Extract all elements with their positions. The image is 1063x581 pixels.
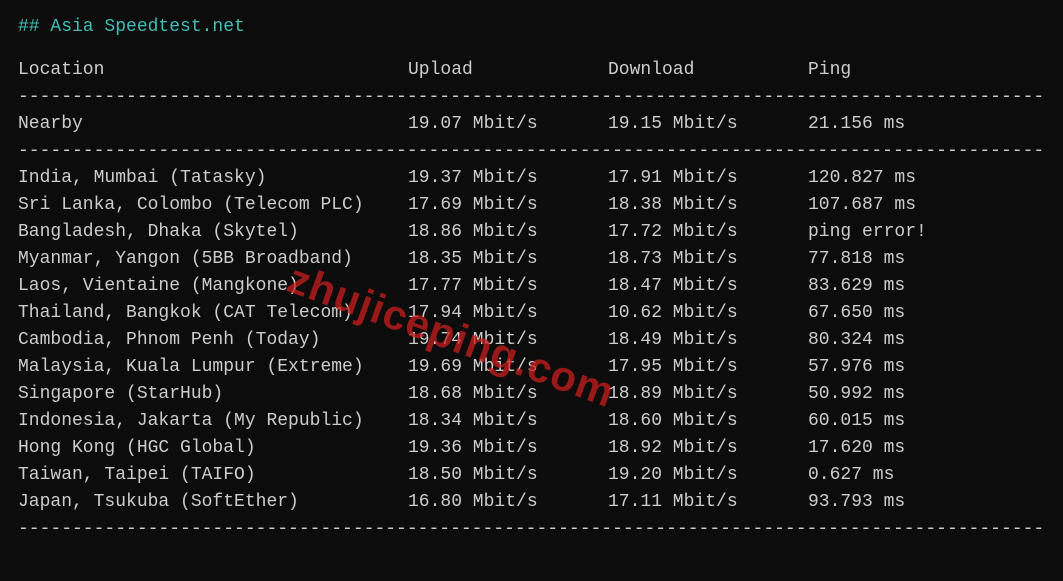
- cell-download: 17.91 Mbit/s: [608, 165, 808, 192]
- nearby-download: 19.15 Mbit/s: [608, 111, 808, 138]
- table-row: Taiwan, Taipei (TAIFO)18.50 Mbit/s19.20 …: [18, 462, 1045, 489]
- cell-upload: 18.68 Mbit/s: [408, 381, 608, 408]
- cell-ping: 83.629 ms: [808, 273, 1045, 300]
- table-row: India, Mumbai (Tatasky)19.37 Mbit/s17.91…: [18, 165, 1045, 192]
- cell-location: Laos, Vientaine (Mangkone): [18, 273, 408, 300]
- table-header: Location Upload Download Ping: [18, 57, 1045, 84]
- table-row: Hong Kong (HGC Global)19.36 Mbit/s18.92 …: [18, 435, 1045, 462]
- nearby-upload: 19.07 Mbit/s: [408, 111, 608, 138]
- cell-ping: ping error!: [808, 219, 1045, 246]
- cell-upload: 17.69 Mbit/s: [408, 192, 608, 219]
- table-row: Bangladesh, Dhaka (Skytel)18.86 Mbit/s17…: [18, 219, 1045, 246]
- header-upload: Upload: [408, 57, 608, 84]
- cell-download: 18.49 Mbit/s: [608, 327, 808, 354]
- cell-ping: 107.687 ms: [808, 192, 1045, 219]
- cell-upload: 18.34 Mbit/s: [408, 408, 608, 435]
- cell-upload: 16.80 Mbit/s: [408, 489, 608, 516]
- cell-download: 18.47 Mbit/s: [608, 273, 808, 300]
- cell-upload: 19.69 Mbit/s: [408, 354, 608, 381]
- cell-location: India, Mumbai (Tatasky): [18, 165, 408, 192]
- divider: ----------------------------------------…: [18, 516, 1045, 543]
- nearby-row: Nearby 19.07 Mbit/s 19.15 Mbit/s 21.156 …: [18, 111, 1045, 138]
- cell-download: 10.62 Mbit/s: [608, 300, 808, 327]
- divider: ----------------------------------------…: [18, 84, 1045, 111]
- divider: ----------------------------------------…: [18, 138, 1045, 165]
- cell-location: Singapore (StarHub): [18, 381, 408, 408]
- table-row: Thailand, Bangkok (CAT Telecom)17.94 Mbi…: [18, 300, 1045, 327]
- cell-download: 19.20 Mbit/s: [608, 462, 808, 489]
- table-row: Laos, Vientaine (Mangkone)17.77 Mbit/s18…: [18, 273, 1045, 300]
- cell-location: Japan, Tsukuba (SoftEther): [18, 489, 408, 516]
- table-row: Cambodia, Phnom Penh (Today)19.74 Mbit/s…: [18, 327, 1045, 354]
- cell-ping: 80.324 ms: [808, 327, 1045, 354]
- table-row: Indonesia, Jakarta (My Republic)18.34 Mb…: [18, 408, 1045, 435]
- header-ping: Ping: [808, 57, 1045, 84]
- cell-upload: 18.86 Mbit/s: [408, 219, 608, 246]
- cell-upload: 18.50 Mbit/s: [408, 462, 608, 489]
- cell-download: 18.89 Mbit/s: [608, 381, 808, 408]
- cell-ping: 50.992 ms: [808, 381, 1045, 408]
- cell-ping: 77.818 ms: [808, 246, 1045, 273]
- section-title: ## Asia Speedtest.net: [18, 14, 1045, 41]
- cell-download: 18.60 Mbit/s: [608, 408, 808, 435]
- table-row: Sri Lanka, Colombo (Telecom PLC)17.69 Mb…: [18, 192, 1045, 219]
- cell-download: 18.73 Mbit/s: [608, 246, 808, 273]
- cell-location: Bangladesh, Dhaka (Skytel): [18, 219, 408, 246]
- cell-ping: 0.627 ms: [808, 462, 1045, 489]
- nearby-location: Nearby: [18, 111, 408, 138]
- cell-upload: 17.94 Mbit/s: [408, 300, 608, 327]
- cell-location: Hong Kong (HGC Global): [18, 435, 408, 462]
- cell-upload: 19.37 Mbit/s: [408, 165, 608, 192]
- cell-ping: 67.650 ms: [808, 300, 1045, 327]
- cell-location: Thailand, Bangkok (CAT Telecom): [18, 300, 408, 327]
- cell-upload: 17.77 Mbit/s: [408, 273, 608, 300]
- cell-location: Indonesia, Jakarta (My Republic): [18, 408, 408, 435]
- cell-location: Malaysia, Kuala Lumpur (Extreme): [18, 354, 408, 381]
- table-row: Singapore (StarHub)18.68 Mbit/s18.89 Mbi…: [18, 381, 1045, 408]
- cell-download: 17.72 Mbit/s: [608, 219, 808, 246]
- cell-location: Sri Lanka, Colombo (Telecom PLC): [18, 192, 408, 219]
- cell-download: 18.92 Mbit/s: [608, 435, 808, 462]
- cell-location: Cambodia, Phnom Penh (Today): [18, 327, 408, 354]
- cell-upload: 19.36 Mbit/s: [408, 435, 608, 462]
- cell-ping: 60.015 ms: [808, 408, 1045, 435]
- cell-download: 17.11 Mbit/s: [608, 489, 808, 516]
- cell-download: 17.95 Mbit/s: [608, 354, 808, 381]
- cell-location: Taiwan, Taipei (TAIFO): [18, 462, 408, 489]
- cell-upload: 19.74 Mbit/s: [408, 327, 608, 354]
- table-row: Malaysia, Kuala Lumpur (Extreme)19.69 Mb…: [18, 354, 1045, 381]
- table-row: Japan, Tsukuba (SoftEther)16.80 Mbit/s17…: [18, 489, 1045, 516]
- nearby-ping: 21.156 ms: [808, 111, 1045, 138]
- cell-ping: 57.976 ms: [808, 354, 1045, 381]
- cell-upload: 18.35 Mbit/s: [408, 246, 608, 273]
- header-download: Download: [608, 57, 808, 84]
- cell-ping: 17.620 ms: [808, 435, 1045, 462]
- cell-download: 18.38 Mbit/s: [608, 192, 808, 219]
- table-row: Myanmar, Yangon (5BB Broadband)18.35 Mbi…: [18, 246, 1045, 273]
- cell-ping: 93.793 ms: [808, 489, 1045, 516]
- header-location: Location: [18, 57, 408, 84]
- cell-location: Myanmar, Yangon (5BB Broadband): [18, 246, 408, 273]
- cell-ping: 120.827 ms: [808, 165, 1045, 192]
